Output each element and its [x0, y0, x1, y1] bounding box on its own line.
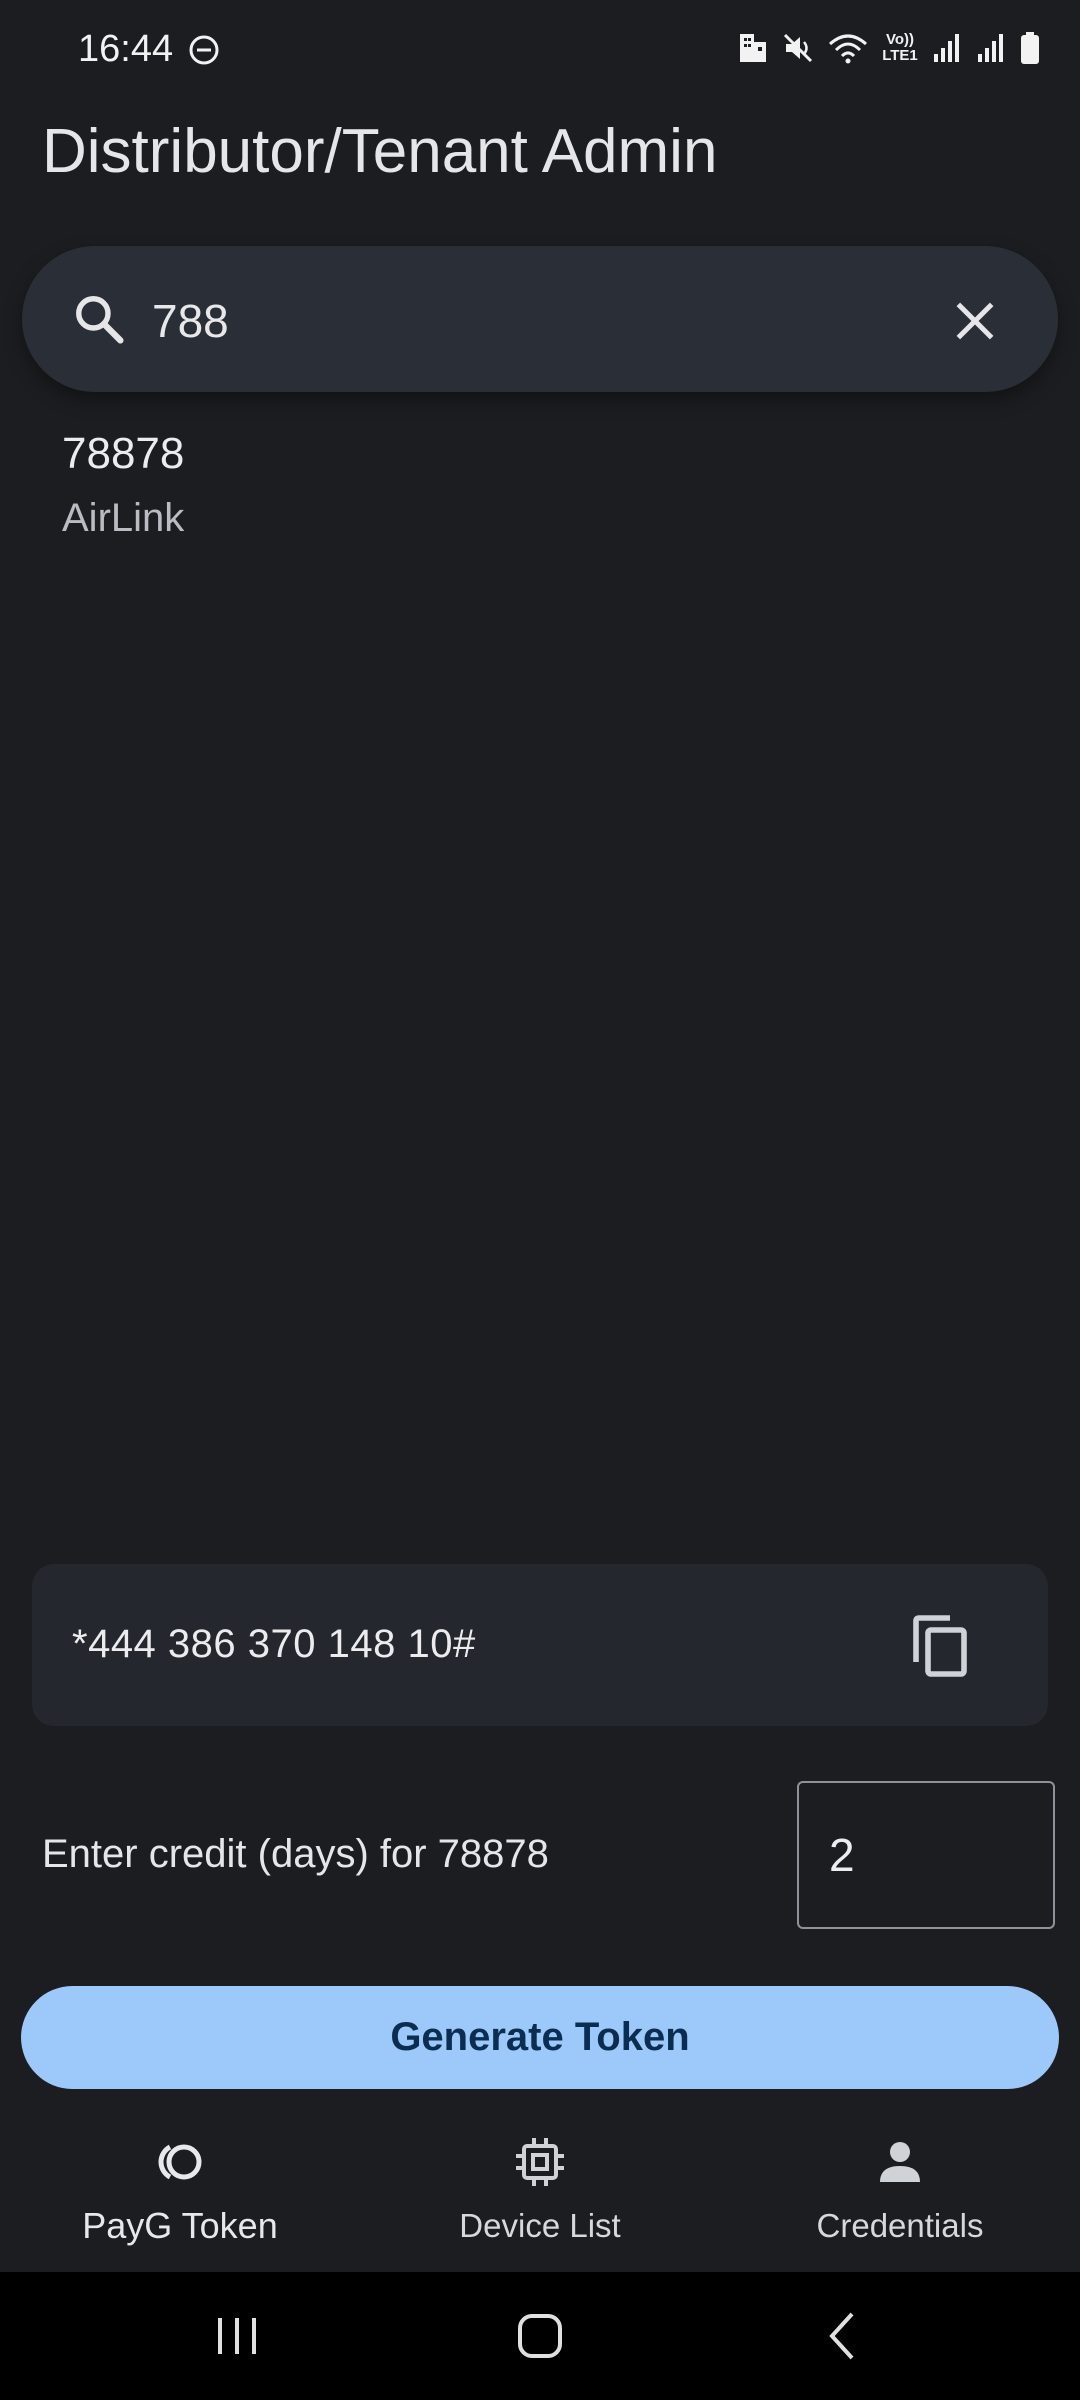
credit-label: Enter credit (days) for 78878	[42, 1832, 549, 1876]
back-icon[interactable]	[808, 2300, 878, 2372]
search-icon	[76, 296, 124, 344]
nav-item-credentials[interactable]: Credentials	[780, 2130, 1020, 2280]
nav-label-device-list: Device List	[459, 2207, 621, 2244]
battery-icon	[1021, 32, 1039, 64]
signal-icon	[978, 34, 1003, 62]
result-item-id[interactable]: 78878	[62, 424, 184, 484]
status-icons: Vo)) LTE1	[738, 28, 1040, 68]
dnd-icon	[189, 35, 219, 65]
volte-icon: Vo)) LTE1	[882, 31, 918, 64]
close-icon[interactable]	[950, 296, 1000, 346]
search-input[interactable]: 788	[152, 290, 229, 352]
token-code: *444 386 370 148 10#	[72, 1622, 476, 1666]
copy-icon[interactable]	[908, 1612, 972, 1680]
recents-icon[interactable]	[202, 2300, 272, 2372]
nav-item-device-list[interactable]: Device List	[420, 2130, 660, 2280]
mute-icon	[783, 33, 813, 63]
nav-label-payg-token: PayG Token	[82, 2205, 278, 2246]
wifi-icon	[829, 34, 867, 64]
person-icon	[880, 2142, 920, 2182]
payg-token-icon	[158, 2144, 202, 2180]
credit-days-input[interactable]	[797, 1781, 1055, 1929]
nav-item-payg-token[interactable]: PayG Token	[60, 2130, 300, 2280]
chip-icon	[516, 2138, 564, 2186]
result-item-name[interactable]: AirLink	[62, 490, 184, 546]
home-icon[interactable]	[505, 2300, 575, 2372]
signal-icon	[934, 34, 959, 62]
nav-label-credentials: Credentials	[816, 2207, 984, 2244]
page-title: Distributor/Tenant Admin	[42, 117, 718, 186]
status-time: 16:44	[78, 28, 174, 70]
building-icon	[740, 34, 766, 62]
generate-token-button[interactable]: Generate Token	[21, 1986, 1059, 2089]
